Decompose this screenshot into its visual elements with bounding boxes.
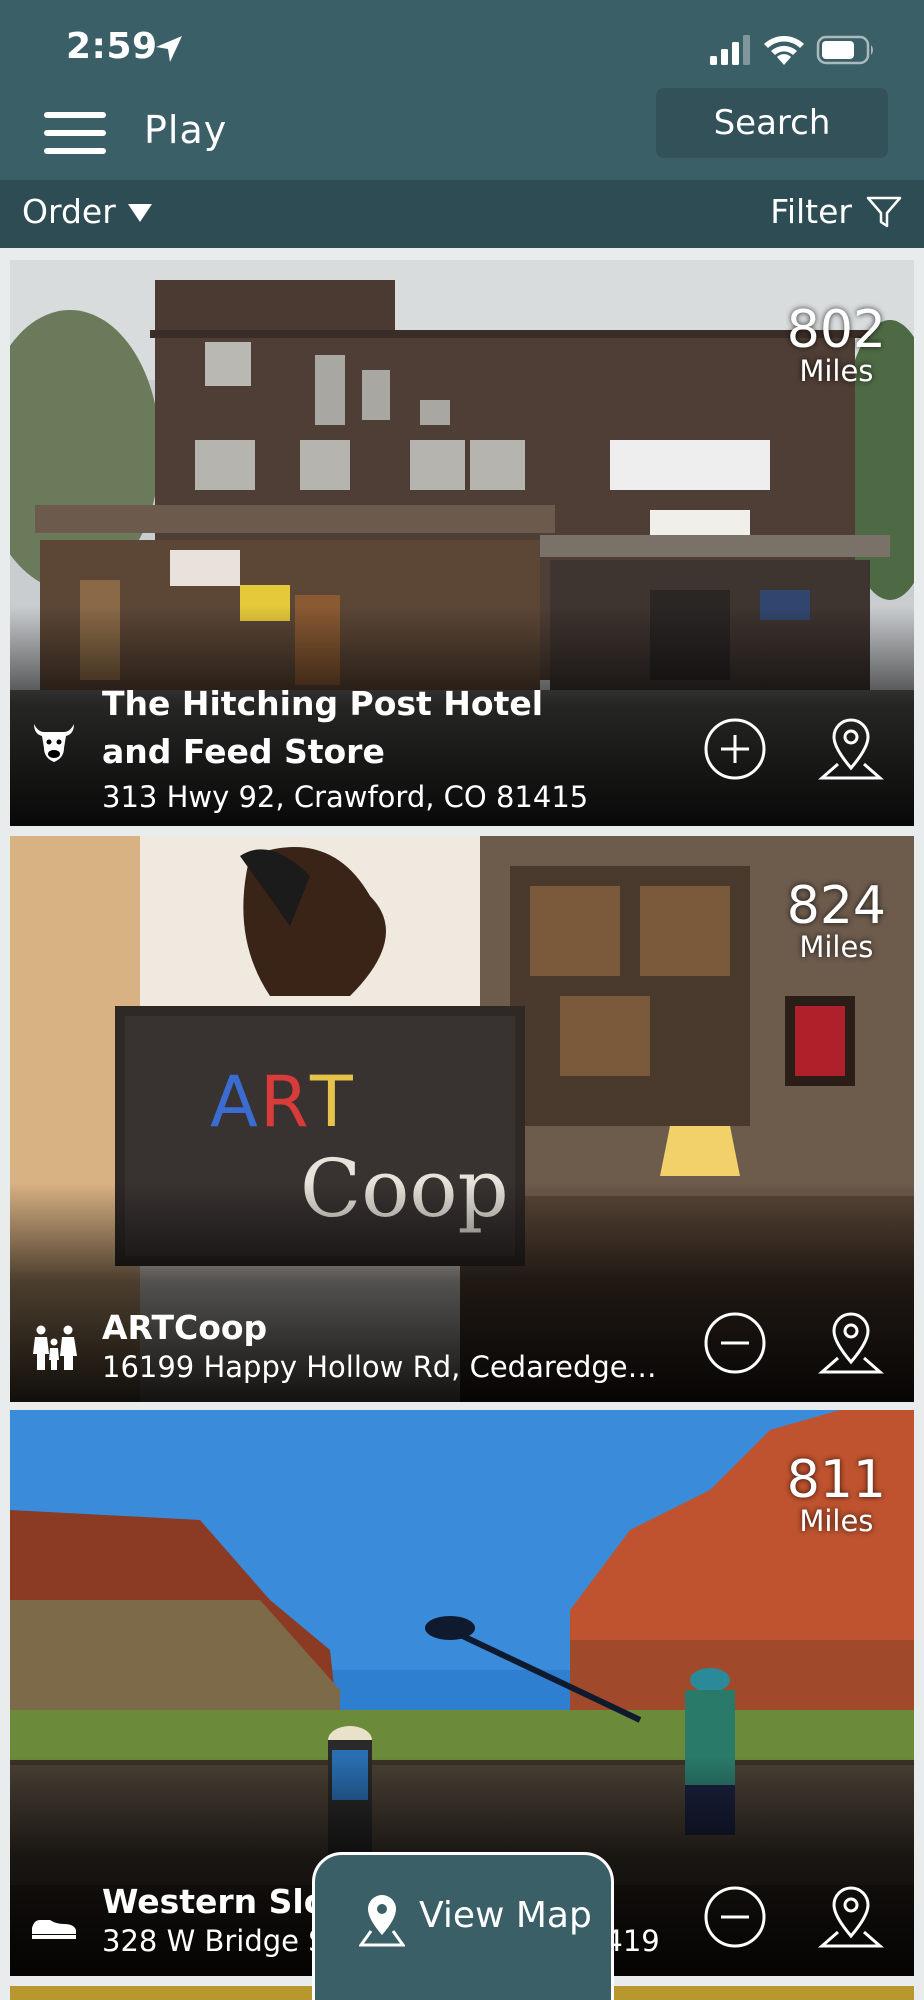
svg-text:T: T (309, 1061, 353, 1143)
view-map-label: View Map (419, 1895, 592, 1936)
map-pin-icon (359, 1895, 405, 1947)
app-header: Play Search (0, 88, 924, 180)
filter-label: Filter (770, 192, 852, 231)
cow-icon (34, 724, 74, 762)
hamburger-menu-icon[interactable] (44, 106, 106, 160)
listing-name: ARTCoop (102, 1308, 268, 1347)
cellular-signal-icon (710, 35, 750, 65)
listing-name: The Hitching Post Hotel and Feed Store (102, 684, 544, 771)
distance-badge: 811 Miles (787, 1454, 886, 1536)
map-pin-icon[interactable] (818, 1884, 884, 1950)
map-pin-icon[interactable] (818, 1310, 884, 1376)
distance-unit: Miles (799, 1504, 874, 1538)
filter-button[interactable]: Filter (770, 192, 902, 231)
status-time: 2:59 (66, 26, 158, 67)
distance-unit: Miles (799, 354, 874, 388)
wifi-icon (764, 36, 804, 65)
order-dropdown[interactable]: Order (22, 192, 152, 231)
distance-value: 824 (786, 876, 886, 936)
family-icon (33, 1325, 77, 1370)
search-button[interactable]: Search (656, 88, 888, 158)
distance-value: 802 (786, 300, 886, 360)
listing-card[interactable]: 802 Miles The Hitching Post Hotel and Fe… (10, 260, 914, 826)
status-bar: 2:59 (0, 0, 924, 88)
battery-icon (816, 35, 873, 65)
listing-address: 313 Hwy 92, Crawford, CO 81415 (102, 780, 589, 814)
filter-funnel-icon (866, 196, 902, 227)
svg-text:R: R (260, 1061, 309, 1143)
sort-filter-bar: Order Filter (0, 180, 924, 248)
distance-unit: Miles (799, 930, 874, 964)
listing-address: 16199 Happy Hollow Rd, Cedaredge,... (102, 1350, 662, 1384)
remove-circle-icon[interactable] (702, 1310, 768, 1376)
shoe-icon (32, 1920, 76, 1939)
add-circle-icon[interactable] (702, 716, 768, 782)
caret-down-icon (127, 203, 152, 222)
distance-value: 811 (786, 1450, 886, 1510)
map-pin-icon[interactable] (818, 716, 884, 782)
page-title: Play (144, 108, 228, 152)
view-map-button[interactable]: View Map (312, 1852, 614, 2000)
distance-badge: 824 Miles (787, 880, 886, 962)
svg-text:A: A (210, 1061, 258, 1143)
listing-card[interactable]: A R T Coop 824 Miles ARTCoop 16199 Happy… (10, 836, 914, 1402)
distance-badge: 802 Miles (787, 304, 886, 386)
order-label: Order (22, 192, 116, 231)
remove-circle-icon[interactable] (702, 1884, 768, 1950)
location-arrow-icon (156, 36, 182, 62)
